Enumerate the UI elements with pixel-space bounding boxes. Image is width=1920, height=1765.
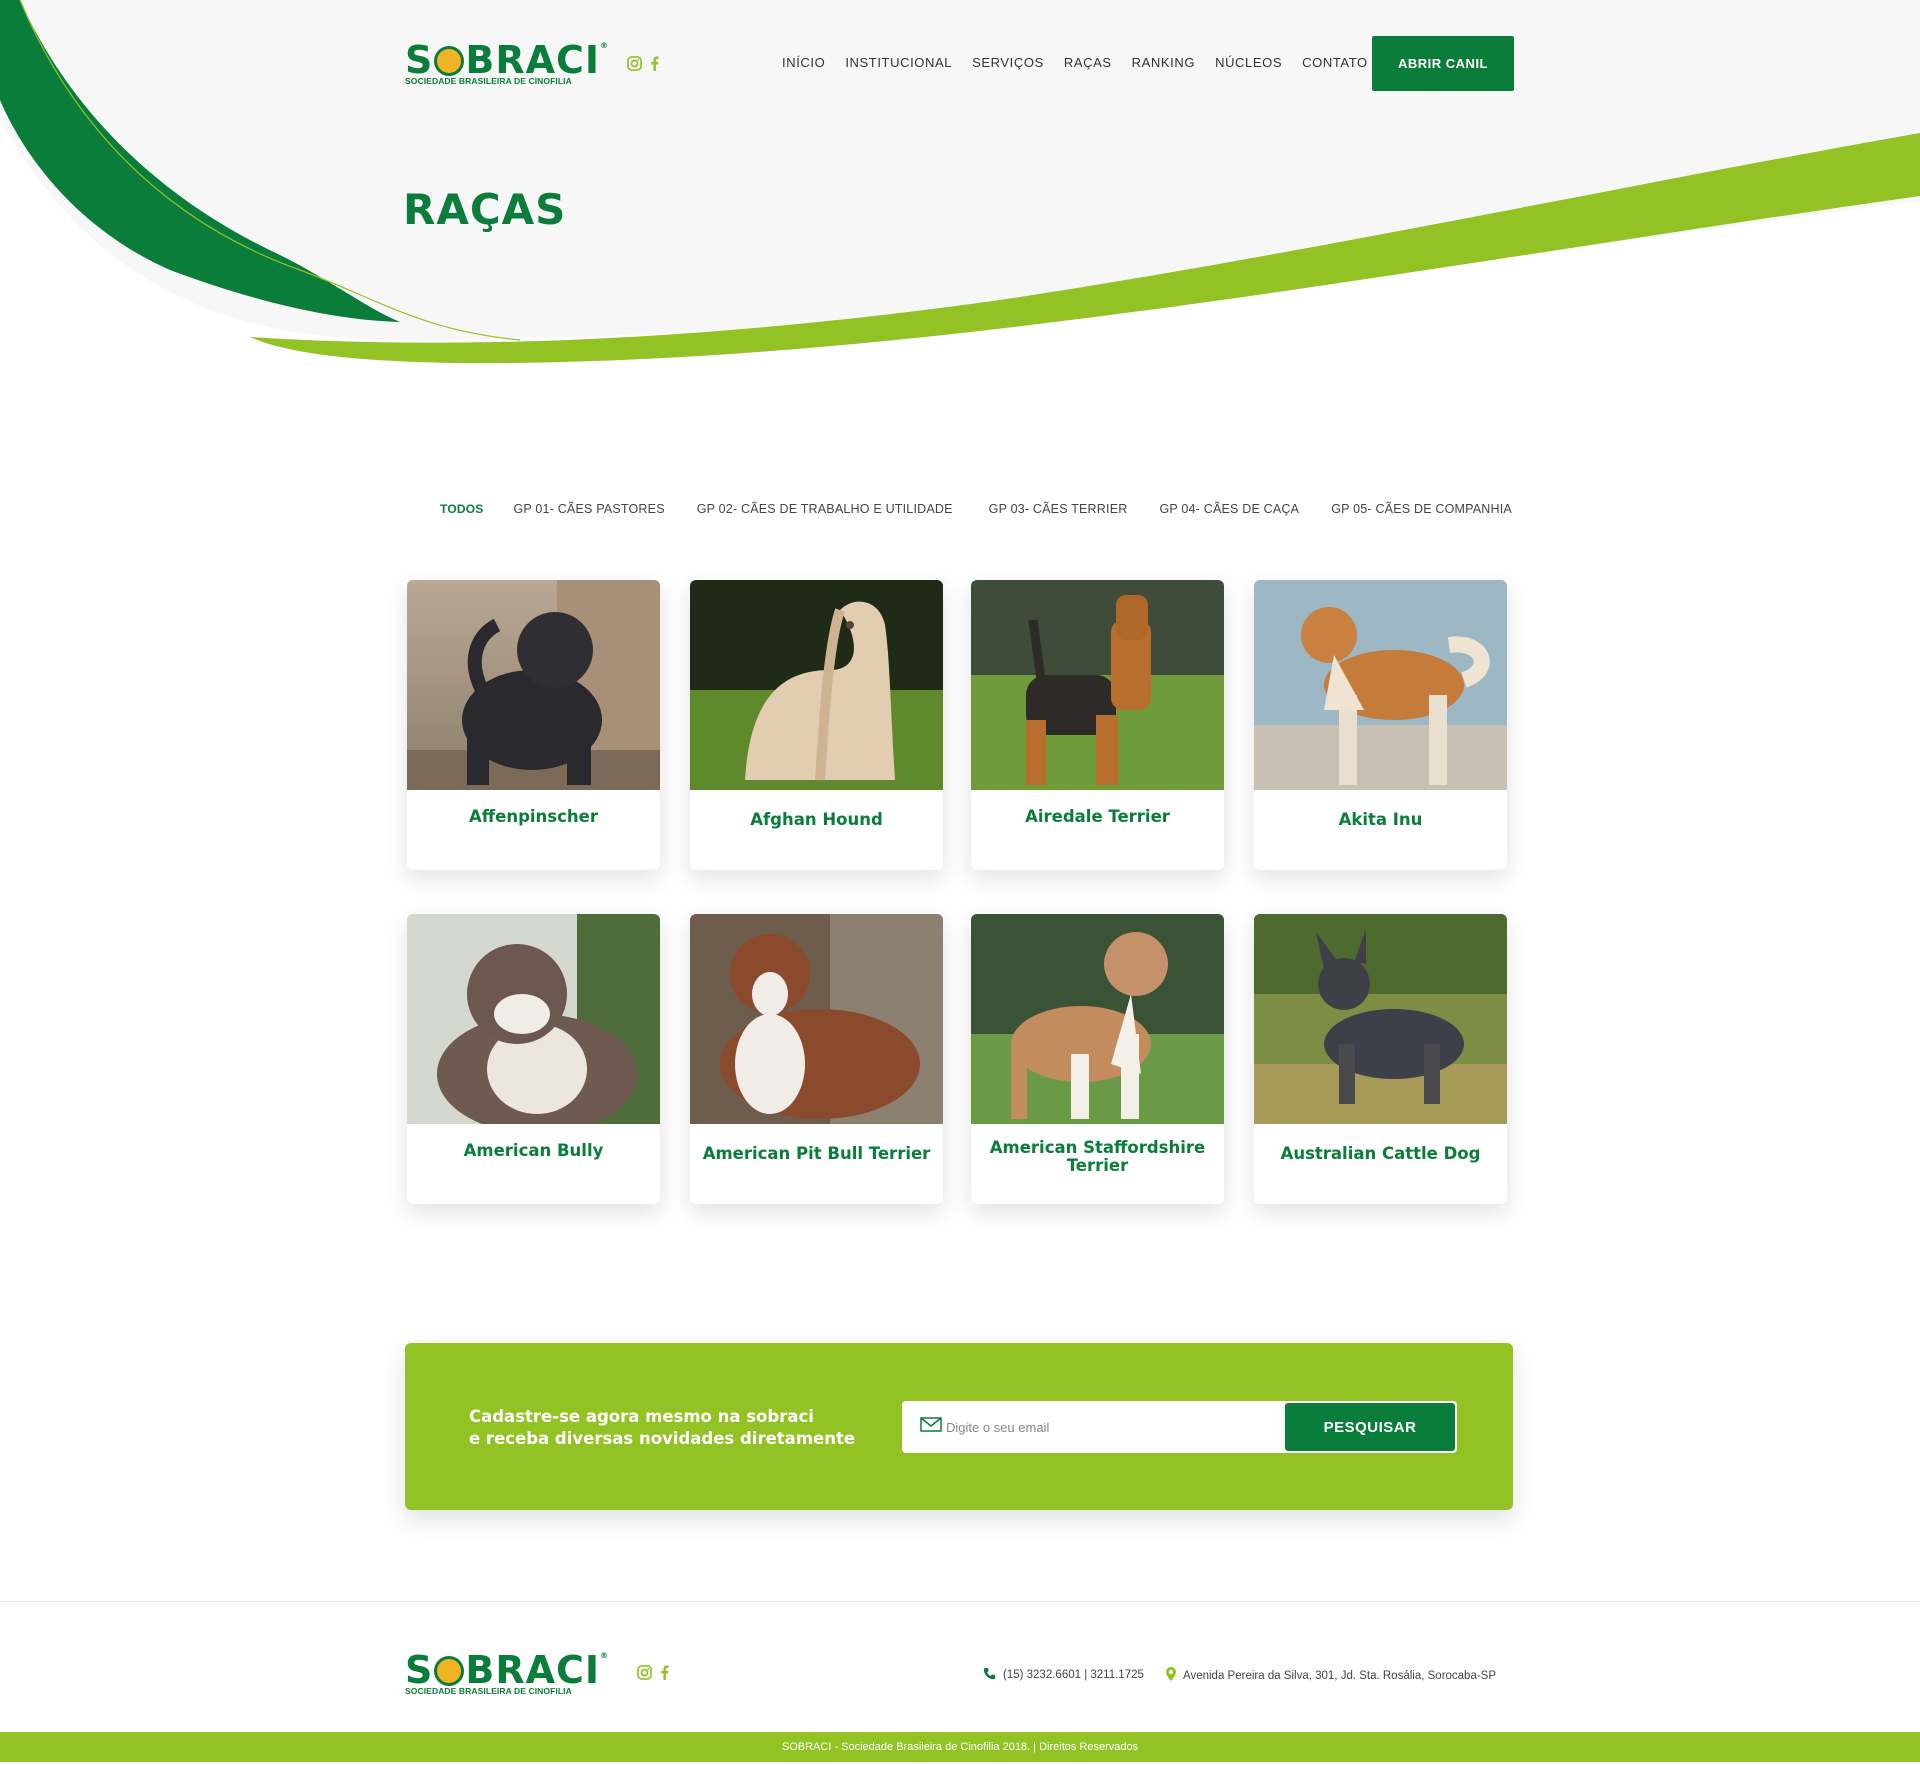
tab-gp04[interactable]: GP 04- CÃES DE CAÇA xyxy=(1147,494,1311,524)
dog-photo xyxy=(971,914,1224,1124)
breed-card[interactable]: American Bully xyxy=(407,914,660,1204)
instagram-icon[interactable] xyxy=(637,1665,652,1680)
tab-todos[interactable]: TODOS xyxy=(428,494,495,524)
nav-ranking[interactable]: RANKING xyxy=(1132,55,1195,70)
nav-institucional[interactable]: INSTITUCIONAL xyxy=(845,55,952,70)
email-input[interactable] xyxy=(946,1419,1246,1435)
newsletter-section: Cadastre-se agora mesmo na sobraci e rec… xyxy=(405,1343,1513,1510)
facebook-icon[interactable] xyxy=(650,56,659,71)
breed-card[interactable]: Akita Inu xyxy=(1254,580,1507,870)
footer-logo[interactable]: S BRACI ® SOCIEDADE BRASILEIRA DE CINOFILI… xyxy=(405,1650,609,1696)
location-pin-icon xyxy=(1166,1667,1176,1684)
tab-gp05[interactable]: GP 05- CÃES DE COMPANHIA xyxy=(1319,494,1524,524)
dog-photo xyxy=(407,580,660,790)
logo-wordmark: S BRACI ® xyxy=(405,38,610,82)
facebook-icon[interactable] xyxy=(660,1665,669,1680)
abrir-canil-button[interactable]: ABRIR CANIL xyxy=(1372,36,1514,91)
mail-icon xyxy=(920,1417,942,1437)
logo-subtitle: SOCIEDADE BRASILEIRA DE CINOFILIA xyxy=(405,1686,572,1696)
nav-nucleos[interactable]: NÚCLEOS xyxy=(1215,55,1282,70)
page-title: RAÇAS xyxy=(403,185,567,234)
copyright-bar: SOBRACI - Sociedade Brasileira de Cinofi… xyxy=(0,1732,1920,1762)
tab-gp01[interactable]: GP 01- CÃES PASTORES xyxy=(501,494,676,524)
nav-contato[interactable]: CONTATO xyxy=(1302,55,1368,70)
main-nav: INÍCIO INSTITUCIONAL SERVIÇOS RAÇAS RANK… xyxy=(782,55,1368,70)
instagram-icon[interactable] xyxy=(627,56,642,71)
footer-social xyxy=(637,1665,669,1680)
tab-gp03[interactable]: GP 03- CÃES TERRIER xyxy=(977,494,1140,524)
dog-photo xyxy=(971,580,1224,790)
breed-card[interactable]: American Pit Bull Terrier xyxy=(690,914,943,1204)
breed-name: American Bully xyxy=(463,1141,604,1160)
tab-gp02[interactable]: GP 02- CÃES DE TRABALHO E UTILIDADE xyxy=(685,494,965,524)
nav-inicio[interactable]: INÍCIO xyxy=(782,55,825,70)
breed-name: Affenpinscher xyxy=(469,807,598,826)
footer-address: Avenida Pereira da Silva, 301, Jd. Sta. … xyxy=(1166,1667,1496,1684)
breed-name: Australian Cattle Dog xyxy=(1280,1144,1481,1163)
footer-divider xyxy=(0,1601,1920,1602)
dog-photo xyxy=(690,580,943,790)
breed-name: Airedale Terrier xyxy=(1025,807,1170,826)
newsletter-form: PESQUISAR xyxy=(902,1401,1457,1453)
breed-name: Akita Inu xyxy=(1338,810,1423,829)
dog-photo xyxy=(690,914,943,1124)
dog-photo xyxy=(1254,580,1507,790)
logo-subtitle: SOCIEDADE BRASILEIRA DE CINOFILIA xyxy=(405,76,572,86)
breed-name: Afghan Hound xyxy=(750,810,883,829)
pesquisar-button[interactable]: PESQUISAR xyxy=(1285,1403,1455,1451)
dog-photo xyxy=(407,914,660,1124)
phone-icon xyxy=(983,1667,996,1683)
breed-name: American Staffordshire Terrier xyxy=(989,1138,1206,1175)
breed-card[interactable]: Affenpinscher xyxy=(407,580,660,870)
nav-racas[interactable]: RAÇAS xyxy=(1064,55,1112,70)
logo-dog-emblem xyxy=(434,1656,465,1686)
breed-card[interactable]: American Staffordshire Terrier xyxy=(971,914,1224,1204)
dog-photo xyxy=(1254,914,1507,1124)
logo-wordmark: S BRACI ® xyxy=(405,1648,610,1692)
breed-card[interactable]: Afghan Hound xyxy=(690,580,943,870)
footer-phone: (15) 3232.6601 | 3211.1725 xyxy=(983,1667,1144,1683)
breed-card[interactable]: Australian Cattle Dog xyxy=(1254,914,1507,1204)
breed-card[interactable]: Airedale Terrier xyxy=(971,580,1224,870)
breed-group-tabs: TODOS GP 01- CÃES PASTORES GP 02- CÃES D… xyxy=(428,494,1524,524)
header-social xyxy=(627,56,659,71)
logo-dog-emblem xyxy=(434,46,465,76)
newsletter-text: Cadastre-se agora mesmo na sobraci e rec… xyxy=(469,1407,856,1448)
breed-name: American Pit Bull Terrier xyxy=(702,1144,931,1163)
nav-servicos[interactable]: SERVIÇOS xyxy=(972,55,1044,70)
site-logo[interactable]: S BRACI ® SOCIEDADE BRASILEIRA DE CINOFILI… xyxy=(405,40,609,86)
